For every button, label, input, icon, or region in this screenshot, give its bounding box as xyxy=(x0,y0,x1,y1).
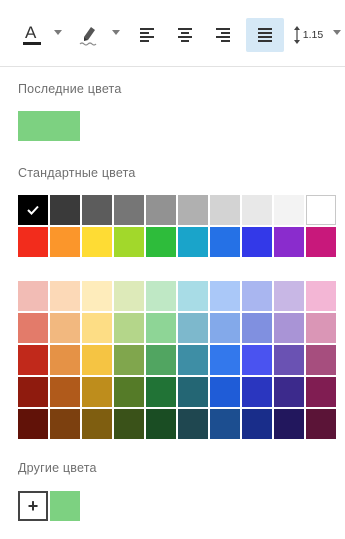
align-right-button[interactable] xyxy=(208,18,238,52)
shade-color-swatch[interactable] xyxy=(82,345,112,375)
line-spacing-value: 1.15 xyxy=(302,29,324,41)
standard-color-swatch-selected[interactable] xyxy=(18,195,48,225)
checkmark-icon xyxy=(18,195,48,225)
shade-color-swatch[interactable] xyxy=(114,377,144,407)
add-custom-color-button[interactable]: + xyxy=(18,491,48,521)
shade-color-swatch[interactable] xyxy=(178,281,208,311)
formatting-toolbar: A 1.15 xyxy=(0,0,345,67)
standard-color-swatch[interactable] xyxy=(210,227,240,257)
shade-color-swatch[interactable] xyxy=(50,281,80,311)
shade-color-swatch[interactable] xyxy=(18,313,48,343)
align-center-button[interactable] xyxy=(170,18,200,52)
shade-color-swatch[interactable] xyxy=(210,409,240,439)
plus-icon: + xyxy=(27,496,39,516)
shade-color-swatch[interactable] xyxy=(50,345,80,375)
standard-color-swatch[interactable] xyxy=(50,227,80,257)
text-color-icon: A xyxy=(23,23,41,45)
shade-color-swatch[interactable] xyxy=(306,313,336,343)
shade-color-swatch[interactable] xyxy=(178,377,208,407)
shade-color-swatch[interactable] xyxy=(274,377,304,407)
align-justify-button[interactable] xyxy=(246,18,284,52)
line-spacing-dropdown-caret[interactable] xyxy=(333,30,341,35)
standard-color-swatch[interactable] xyxy=(82,227,112,257)
shade-color-swatch[interactable] xyxy=(18,345,48,375)
text-color-dropdown-caret[interactable] xyxy=(54,30,62,35)
shade-color-swatch[interactable] xyxy=(82,281,112,311)
text-color-button[interactable]: A xyxy=(14,18,50,52)
shade-color-swatch[interactable] xyxy=(210,377,240,407)
standard-color-swatch[interactable] xyxy=(242,227,272,257)
recent-color-swatch[interactable] xyxy=(18,111,80,141)
standard-color-swatch[interactable] xyxy=(306,195,336,225)
shade-color-swatch[interactable] xyxy=(114,409,144,439)
shade-color-swatch[interactable] xyxy=(306,409,336,439)
align-right-icon xyxy=(216,28,230,42)
shade-color-swatch[interactable] xyxy=(242,281,272,311)
standard-color-swatch[interactable] xyxy=(274,227,304,257)
shade-color-swatch[interactable] xyxy=(18,377,48,407)
shade-color-swatch[interactable] xyxy=(178,345,208,375)
standard-color-swatch[interactable] xyxy=(178,195,208,225)
standard-color-swatch[interactable] xyxy=(114,195,144,225)
shade-color-swatch[interactable] xyxy=(210,345,240,375)
shade-color-swatch[interactable] xyxy=(274,345,304,375)
shade-color-swatch[interactable] xyxy=(50,409,80,439)
shade-color-swatch[interactable] xyxy=(50,377,80,407)
shade-color-swatch[interactable] xyxy=(274,313,304,343)
standard-color-swatch[interactable] xyxy=(274,195,304,225)
shade-color-swatch[interactable] xyxy=(146,281,176,311)
standard-color-swatch[interactable] xyxy=(146,195,176,225)
shade-color-swatch[interactable] xyxy=(306,281,336,311)
highlighter-icon xyxy=(79,27,97,46)
shade-color-swatch[interactable] xyxy=(178,409,208,439)
line-spacing-button[interactable]: 1.15 xyxy=(290,18,326,52)
highlight-dropdown-caret[interactable] xyxy=(112,30,120,35)
shade-color-swatch[interactable] xyxy=(306,377,336,407)
shade-color-swatch[interactable] xyxy=(274,281,304,311)
shade-color-swatch[interactable] xyxy=(146,313,176,343)
standard-color-swatch[interactable] xyxy=(242,195,272,225)
shade-color-swatch[interactable] xyxy=(242,409,272,439)
shade-color-swatch[interactable] xyxy=(146,345,176,375)
align-justify-icon xyxy=(258,28,272,42)
standard-color-swatch[interactable] xyxy=(146,227,176,257)
standard-color-swatch[interactable] xyxy=(50,195,80,225)
other-colors-label: Другие цвета xyxy=(18,461,97,475)
shade-color-swatch[interactable] xyxy=(242,313,272,343)
shade-color-swatch[interactable] xyxy=(82,313,112,343)
recent-colors-label: Последние цвета xyxy=(18,82,122,96)
shade-color-swatch[interactable] xyxy=(18,281,48,311)
standard-color-swatch[interactable] xyxy=(178,227,208,257)
align-left-button[interactable] xyxy=(132,18,162,52)
shade-color-swatch[interactable] xyxy=(82,409,112,439)
standard-color-swatch[interactable] xyxy=(18,227,48,257)
line-spacing-icon xyxy=(293,26,300,44)
shade-color-swatch[interactable] xyxy=(18,409,48,439)
shade-color-swatch[interactable] xyxy=(146,377,176,407)
shade-color-swatch[interactable] xyxy=(178,313,208,343)
shade-color-swatch[interactable] xyxy=(114,345,144,375)
svg-text:A: A xyxy=(25,23,37,42)
standard-colors-label: Стандартные цвета xyxy=(18,166,136,180)
standard-color-swatch[interactable] xyxy=(210,195,240,225)
shade-color-swatch[interactable] xyxy=(146,409,176,439)
align-left-icon xyxy=(140,28,154,42)
shade-color-swatch[interactable] xyxy=(242,345,272,375)
standard-color-swatch[interactable] xyxy=(306,227,336,257)
standard-color-swatch[interactable] xyxy=(114,227,144,257)
shade-color-swatch[interactable] xyxy=(82,377,112,407)
shade-color-swatch[interactable] xyxy=(50,313,80,343)
align-center-icon xyxy=(178,28,192,42)
custom-color-swatch[interactable] xyxy=(50,491,80,521)
shade-color-swatch[interactable] xyxy=(210,281,240,311)
shade-color-swatch[interactable] xyxy=(114,281,144,311)
highlight-color-button[interactable] xyxy=(72,18,106,52)
shade-color-swatch[interactable] xyxy=(210,313,240,343)
shade-color-swatch[interactable] xyxy=(306,345,336,375)
shade-color-swatch[interactable] xyxy=(242,377,272,407)
shade-color-swatch[interactable] xyxy=(114,313,144,343)
shade-color-swatch[interactable] xyxy=(274,409,304,439)
standard-color-swatch[interactable] xyxy=(82,195,112,225)
